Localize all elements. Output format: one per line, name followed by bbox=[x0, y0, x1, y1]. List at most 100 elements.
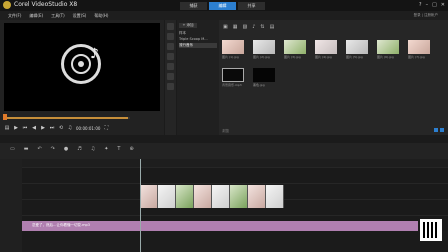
thumbnail-image bbox=[253, 40, 275, 54]
view-list-button[interactable] bbox=[434, 128, 438, 132]
video-filter-icon[interactable]: ▦ bbox=[233, 24, 238, 30]
help-icon[interactable]: ? bbox=[419, 2, 422, 8]
library-thumbnail[interactable]: 图片 (6).jpg bbox=[377, 40, 399, 59]
thumbnail-image bbox=[315, 40, 337, 54]
instant-project-icon[interactable] bbox=[167, 33, 174, 40]
timeline-tools: ▭ ▬ ↶ ↷ ● ♬ ♫ ✦ T ⊕ bbox=[10, 146, 134, 152]
thumbnail-image bbox=[222, 40, 244, 54]
disc-center bbox=[78, 61, 84, 67]
timeline-clip[interactable] bbox=[158, 185, 176, 208]
timeline-view-icon[interactable]: ▬ bbox=[24, 146, 29, 152]
timeline-clip[interactable] bbox=[248, 185, 266, 208]
import-icon[interactable]: ▣ bbox=[223, 24, 228, 30]
undo-icon[interactable]: ↶ bbox=[37, 146, 41, 152]
tab-share[interactable]: 共享 bbox=[238, 2, 265, 10]
timeline-clip[interactable] bbox=[230, 185, 248, 208]
play-icon[interactable]: ▶ bbox=[13, 125, 19, 131]
redo-icon[interactable]: ↷ bbox=[51, 146, 55, 152]
repeat-icon[interactable]: ⟲ bbox=[58, 125, 64, 131]
scrubber-handle[interactable] bbox=[3, 114, 7, 120]
workspace-tabs: 捕获 编辑 共享 bbox=[180, 2, 265, 10]
library-thumbnail[interactable]: 黑色.jpg bbox=[253, 68, 275, 87]
filter-icon[interactable] bbox=[167, 73, 174, 80]
thumbnail-image bbox=[346, 40, 368, 54]
sort-icon[interactable]: ⇅ bbox=[260, 24, 264, 30]
media-icon[interactable] bbox=[167, 23, 174, 30]
title-icon[interactable] bbox=[167, 53, 174, 60]
tab-edit[interactable]: 编辑 bbox=[209, 2, 236, 10]
graphics-icon[interactable] bbox=[167, 63, 174, 70]
folder-item[interactable]: 样本 bbox=[179, 31, 217, 36]
menu: 文件(F) 编辑(E) 工具(T) 设置(S) 帮助(H) bbox=[8, 13, 108, 19]
library-thumbnail[interactable]: 背景音乐.mp3 bbox=[222, 68, 244, 87]
audio-filter-icon[interactable]: ♪ bbox=[252, 24, 255, 30]
menu-help[interactable]: 帮助(H) bbox=[94, 13, 108, 19]
project-mode-button[interactable]: ▤ bbox=[4, 125, 10, 131]
next-frame-icon[interactable]: ▶ bbox=[40, 125, 46, 131]
add-folder-button[interactable]: + 添加 bbox=[179, 23, 197, 28]
storyboard-view-icon[interactable]: ▭ bbox=[10, 146, 15, 152]
library-thumbnail[interactable]: 图片 (5).jpg bbox=[346, 40, 368, 59]
qr-pattern bbox=[423, 222, 439, 238]
video-track-lane[interactable] bbox=[22, 167, 448, 183]
home-icon[interactable]: ⏮ bbox=[22, 125, 28, 131]
timeline-clip[interactable] bbox=[212, 185, 230, 208]
thumbnail-label: 图片 (7).jpg bbox=[408, 55, 425, 59]
thumbnail-label: 黑色.jpg bbox=[253, 83, 265, 87]
thumbnail-label: 图片 (4).jpg bbox=[315, 55, 332, 59]
zoom-icon[interactable]: ⊕ bbox=[129, 146, 133, 152]
user-account[interactable]: 登录 | 注册帐户 bbox=[414, 13, 438, 18]
maximize-icon[interactable]: □ bbox=[432, 2, 437, 8]
auto-music-icon[interactable]: ♫ bbox=[91, 146, 95, 152]
menu-edit[interactable]: 编辑(E) bbox=[29, 13, 43, 19]
transition-icon[interactable] bbox=[167, 43, 174, 50]
prev-frame-icon[interactable]: ◀ bbox=[31, 125, 37, 131]
photo-filter-icon[interactable]: ▨ bbox=[242, 24, 247, 30]
app-logo-icon bbox=[3, 1, 11, 9]
timeline-clip[interactable] bbox=[140, 185, 158, 208]
library-view-buttons bbox=[434, 128, 444, 132]
subtitle-icon[interactable]: T bbox=[117, 146, 120, 152]
library-thumbnail[interactable]: 图片 (4).jpg bbox=[315, 40, 337, 59]
thumbnail-image bbox=[222, 68, 244, 82]
enlarge-icon[interactable]: ⛶ bbox=[103, 125, 109, 131]
view-icon[interactable]: ▤ bbox=[270, 24, 275, 30]
thumbnail-image bbox=[377, 40, 399, 54]
thumbnail-image bbox=[284, 40, 306, 54]
sound-mixer-icon[interactable]: ♬ bbox=[77, 146, 81, 152]
library-thumbnail[interactable]: 图片 (1).jpg bbox=[222, 40, 244, 59]
folder-item-selected[interactable]: 流行音乐 bbox=[179, 43, 217, 48]
motion-icon[interactable]: ✦ bbox=[104, 146, 108, 152]
playback-controls: ▤ ▶ ⏮ ◀ ▶ ⏭ ⟲ ♫ 00:00:01:00 ⛶ bbox=[4, 125, 109, 131]
thumbnail-label: 图片 (3).jpg bbox=[284, 55, 301, 59]
timecode[interactable]: 00:00:01:00 bbox=[76, 126, 100, 131]
library-thumbnail[interactable]: 图片 (2).jpg bbox=[253, 40, 275, 59]
window-controls: ? – □ ✕ bbox=[419, 2, 445, 8]
timeline-clip[interactable] bbox=[176, 185, 194, 208]
thumbnail-label: 背景音乐.mp3 bbox=[222, 83, 242, 87]
view-thumb-button[interactable] bbox=[440, 128, 444, 132]
thumbnail-image bbox=[408, 40, 430, 54]
timeline-clip[interactable] bbox=[194, 185, 212, 208]
minimize-icon[interactable]: – bbox=[426, 2, 429, 8]
folder-item[interactable]: Triple Scoop M... bbox=[179, 37, 217, 42]
playhead[interactable] bbox=[140, 159, 141, 252]
timeline-ruler[interactable] bbox=[22, 159, 448, 167]
thumbnail-grid: 图片 (1).jpg 图片 (2).jpg 图片 (3).jpg 图片 (4).jpg… bbox=[222, 40, 444, 126]
end-icon[interactable]: ⏭ bbox=[49, 125, 55, 131]
music-note-icon: ♪ bbox=[90, 46, 99, 62]
tab-capture[interactable]: 捕获 bbox=[180, 2, 207, 10]
menu-file[interactable]: 文件(F) bbox=[8, 13, 21, 19]
library-thumbnail[interactable]: 图片 (3).jpg bbox=[284, 40, 306, 59]
record-icon[interactable]: ● bbox=[64, 146, 68, 152]
library-thumbnail[interactable]: 图片 (7).jpg bbox=[408, 40, 430, 59]
menu-tools[interactable]: 工具(T) bbox=[51, 13, 65, 19]
volume-icon[interactable]: ♫ bbox=[67, 125, 73, 131]
library-status[interactable]: 浏览 bbox=[222, 129, 229, 134]
close-icon[interactable]: ✕ bbox=[441, 2, 445, 8]
menu-settings[interactable]: 设置(S) bbox=[73, 13, 87, 19]
audio-clip-label: 恋爱了，然后…让你看懂一切变.mp3 bbox=[32, 223, 90, 227]
thumbnail-label: 图片 (5).jpg bbox=[346, 55, 363, 59]
timeline-clip[interactable] bbox=[266, 185, 284, 208]
path-icon[interactable] bbox=[167, 83, 174, 90]
